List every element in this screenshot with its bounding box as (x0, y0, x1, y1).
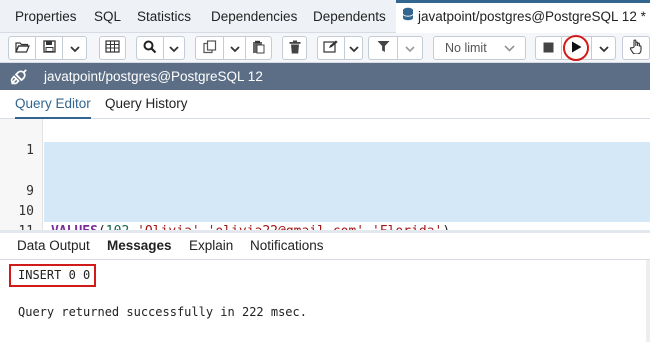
chevron-down-icon (69, 41, 80, 56)
code-line: 12 DO NOTHING; (0, 202, 650, 222)
tab-statistics[interactable]: Statistics (137, 0, 191, 33)
tab-explain[interactable]: Explain (189, 233, 233, 260)
connection-bar: javatpoint/postgres@PostgreSQL 12 (0, 63, 650, 90)
messages-scrollbar[interactable] (646, 260, 650, 342)
copy-button[interactable] (196, 37, 223, 59)
query-toolbar: No limit (0, 33, 650, 63)
find-button-group (136, 36, 185, 60)
tab-dependents[interactable]: Dependents (313, 0, 386, 33)
stop-icon (543, 41, 554, 56)
execute-highlight-ring (563, 35, 589, 61)
open-file-icon (14, 41, 30, 56)
tab-query-tool-label: javatpoint/postgres@PostgreSQL 12 * (418, 9, 646, 24)
open-file-button[interactable] (9, 37, 35, 59)
code-line: 11 ON CONFLICT (officers_name) (0, 182, 650, 230)
messages-panel: INSERT 0 0 Query returned successfully i… (0, 260, 650, 342)
tab-query-tool[interactable]: javatpoint/postgres@PostgreSQL 12 * (396, 0, 650, 33)
status-message: INSERT 0 0 (18, 268, 91, 282)
stop-button[interactable] (536, 37, 561, 59)
tab-notifications[interactable]: Notifications (250, 233, 324, 260)
copy-dropdown-button[interactable] (223, 37, 245, 59)
chevron-down-icon (348, 41, 359, 56)
pan-button[interactable] (622, 36, 650, 60)
database-icon (402, 3, 414, 31)
tab-properties[interactable]: Properties (15, 0, 77, 33)
file-button-group (8, 36, 87, 60)
table-icon (105, 40, 120, 56)
clipboard-button-group (195, 36, 272, 60)
code-line: 13 (0, 222, 650, 230)
paste-button[interactable] (245, 37, 271, 59)
save-icon (42, 40, 56, 56)
tab-data-output[interactable]: Data Output (17, 233, 90, 260)
panel-tab-bar: Properties SQL Statistics Dependencies D… (0, 0, 650, 33)
editor-tab-bar: Query Editor Query History (0, 90, 650, 119)
row-limit-value: No limit (445, 41, 487, 55)
connection-label: javatpoint/postgres@PostgreSQL 12 (44, 69, 263, 84)
find-dropdown-button[interactable] (163, 37, 184, 59)
chevron-down-icon (169, 41, 179, 56)
execute-dropdown-button[interactable] (591, 37, 615, 59)
code-line: 9 INSERT INTO officers (0, 142, 650, 219)
edit-button-group (317, 36, 363, 60)
copy-icon (202, 39, 217, 57)
edit-table-button[interactable] (99, 36, 126, 60)
code-line: 10 VALUES(102,'Olivia','olivia22@gmail.c… (0, 162, 650, 230)
tab-messages[interactable]: Messages (107, 233, 172, 260)
tab-query-history[interactable]: Query History (105, 90, 188, 119)
edit-dropdown-button[interactable] (344, 37, 362, 59)
chevron-down-icon (229, 41, 240, 56)
tab-query-editor[interactable]: Query Editor (15, 90, 91, 119)
chevron-down-icon (598, 41, 609, 56)
delete-button[interactable] (282, 36, 307, 60)
delete-icon (289, 40, 301, 57)
search-icon (143, 40, 157, 57)
results-tab-bar: Data Output Messages Explain Notificatio… (0, 233, 650, 260)
filter-button[interactable] (369, 37, 397, 59)
paste-icon (252, 40, 265, 57)
chevron-down-icon (405, 41, 415, 56)
row-limit-select[interactable]: No limit (433, 36, 526, 60)
edit-icon (323, 40, 339, 56)
tab-dependencies[interactable]: Dependencies (211, 0, 297, 33)
save-button[interactable] (35, 37, 62, 59)
sql-editor[interactable]: 1 9 INSERT INTO officers 10 VALUES(102,'… (0, 119, 650, 230)
filter-icon (377, 40, 390, 56)
save-dropdown-button[interactable] (62, 37, 86, 59)
tab-sql[interactable]: SQL (94, 0, 121, 33)
chevron-down-icon (504, 37, 515, 59)
summary-message: Query returned successfully in 222 msec. (18, 305, 307, 319)
find-button[interactable] (137, 37, 163, 59)
code-line: 1 (0, 121, 650, 158)
filter-dropdown-button[interactable] (397, 37, 422, 59)
edit-button[interactable] (318, 37, 344, 59)
hand-icon (629, 39, 643, 57)
filter-button-group (368, 36, 423, 60)
